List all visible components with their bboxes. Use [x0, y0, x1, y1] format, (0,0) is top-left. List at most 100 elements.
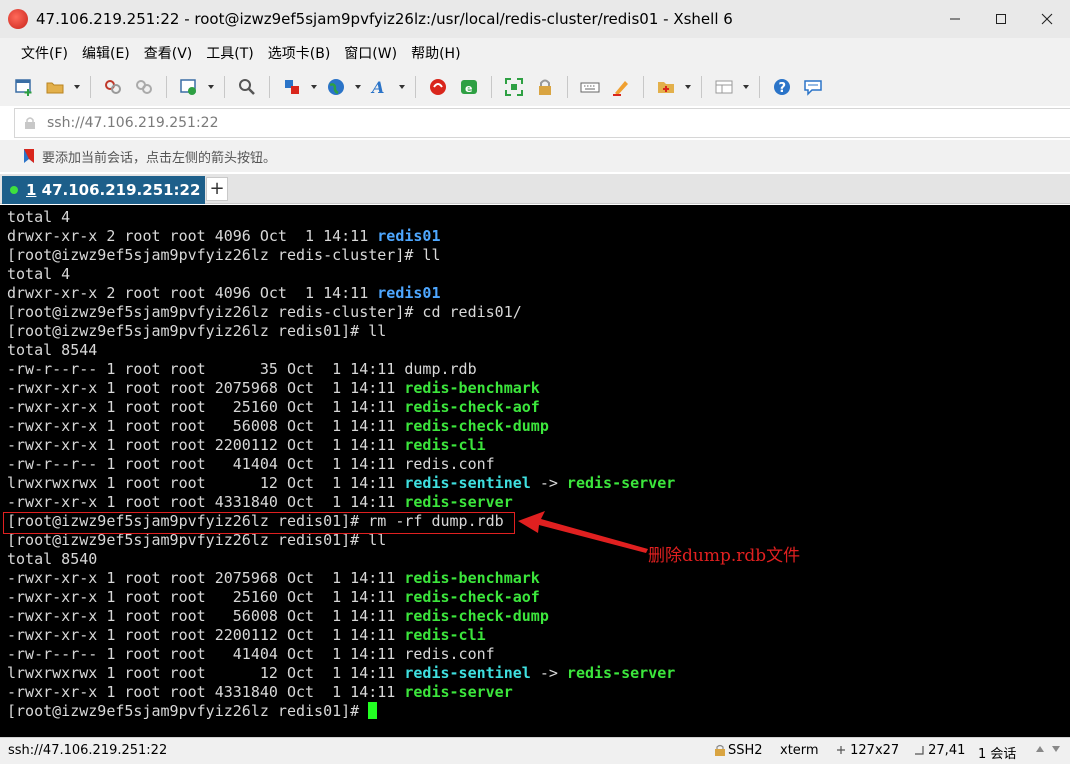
- properties-button[interactable]: [175, 73, 203, 101]
- status-bar: ssh://47.106.219.251:22 SSH2 xterm 127x2…: [0, 737, 1070, 764]
- annotation-text: 删除dump.rdb文件: [648, 546, 801, 566]
- lock-button[interactable]: [531, 73, 559, 101]
- size-text: 127x27: [850, 743, 900, 758]
- window-controls: [932, 0, 1070, 38]
- menu-help[interactable]: 帮助(H): [404, 43, 467, 63]
- properties-icon: [180, 79, 196, 95]
- minimize-button[interactable]: [932, 0, 978, 38]
- menu-tools[interactable]: 工具(T): [199, 43, 260, 63]
- toolbar-separator: [491, 76, 492, 98]
- svg-text:?: ?: [779, 81, 787, 96]
- xshell-green-icon: e: [461, 80, 477, 95]
- status-protocol: SSH2: [715, 743, 763, 758]
- menu-tabs[interactable]: 选项卡(B): [261, 43, 338, 63]
- font-icon: A: [370, 78, 384, 97]
- close-button[interactable]: [1024, 0, 1070, 38]
- status-scroll-arrows[interactable]: [1034, 743, 1064, 759]
- toolbar-separator: [166, 76, 167, 98]
- chat-icon: [804, 80, 822, 96]
- disconnect-button[interactable]: [130, 73, 158, 101]
- maximize-icon: [996, 14, 1006, 24]
- globe-button[interactable]: [322, 73, 350, 101]
- compose-button[interactable]: [652, 73, 680, 101]
- size-icon: [836, 744, 846, 759]
- properties-dropdown[interactable]: [206, 73, 216, 101]
- xshell-green-button[interactable]: e: [455, 73, 483, 101]
- keyboard-icon: [580, 82, 600, 93]
- xshell-app-icon[interactable]: [8, 9, 28, 29]
- toolbar-separator: [224, 76, 225, 98]
- tab-bar: 1 47.106.219.251:22 +: [0, 174, 1070, 204]
- open-dropdown[interactable]: [72, 73, 82, 101]
- compose-icon: [658, 82, 674, 93]
- fullscreen-icon: [505, 78, 523, 96]
- new-session-button[interactable]: [10, 73, 38, 101]
- font-dropdown[interactable]: [397, 73, 407, 101]
- menu-edit[interactable]: 编辑(E): [75, 43, 137, 63]
- status-position: 27,41: [914, 743, 965, 759]
- tab-session-1[interactable]: 1 47.106.219.251:22: [2, 176, 205, 204]
- transfer-icon: [285, 80, 299, 94]
- status-address: ssh://47.106.219.251:22: [8, 743, 168, 758]
- toolbar-separator: [90, 76, 91, 98]
- status-size: 127x27: [836, 743, 899, 759]
- menu-view[interactable]: 查看(V): [137, 43, 200, 63]
- compose-dropdown[interactable]: [683, 73, 693, 101]
- status-terminal-type: xterm: [780, 743, 819, 758]
- terminal[interactable]: total 4 drwxr-xr-x 2 root root 4096 Oct 1…: [0, 205, 1070, 737]
- session-hint-bar: 要添加当前会话，点击左侧的箭头按钮。: [0, 140, 1070, 172]
- layout-button[interactable]: [710, 73, 738, 101]
- menu-bar: 文件(F) 编辑(E) 查看(V) 工具(T) 选项卡(B) 窗口(W) 帮助(…: [0, 38, 1070, 68]
- transfer-dropdown[interactable]: [309, 73, 319, 101]
- fullscreen-button[interactable]: [500, 73, 528, 101]
- keyboard-button[interactable]: [576, 73, 604, 101]
- status-lock-icon: [715, 744, 725, 756]
- toolbar-separator: [269, 76, 270, 98]
- svg-text:e: e: [465, 82, 472, 95]
- tab-title: 47.106.219.251:22: [36, 181, 201, 199]
- toolbar-separator: [643, 76, 644, 98]
- toolbar-separator: [415, 76, 416, 98]
- transfer-button[interactable]: [278, 73, 306, 101]
- address-bar[interactable]: ssh://47.106.219.251:22: [14, 108, 1070, 138]
- highlight-icon: [613, 81, 628, 96]
- window-title: 47.106.219.251:22 - root@izwz9ef5sjam9pv…: [36, 10, 733, 28]
- disconnect-icon: [136, 80, 152, 94]
- menu-file[interactable]: 文件(F): [14, 43, 75, 63]
- xftp-button[interactable]: [424, 73, 452, 101]
- find-button[interactable]: [233, 73, 261, 101]
- annotation-arrow: [518, 511, 648, 553]
- tab-number: 1: [26, 181, 37, 199]
- toolbar-separator: [759, 76, 760, 98]
- hint-text: 要添加当前会话，点击左侧的箭头按钮。: [42, 150, 277, 166]
- find-icon: [239, 79, 255, 95]
- scroll-arrows-icon: [1036, 746, 1060, 752]
- svg-text:A: A: [370, 78, 384, 97]
- address-lock-icon: [21, 114, 39, 132]
- terminal-scrollbar[interactable]: [1066, 205, 1070, 737]
- font-button[interactable]: A: [366, 73, 394, 101]
- globe-dropdown[interactable]: [353, 73, 363, 101]
- chat-button[interactable]: [799, 73, 827, 101]
- layout-dropdown[interactable]: [741, 73, 751, 101]
- new-session-icon: [15, 79, 32, 96]
- title-bar: 47.106.219.251:22 - root@izwz9ef5sjam9pv…: [0, 0, 1070, 38]
- toolbar-separator: [701, 76, 702, 98]
- address-input[interactable]: ssh://47.106.219.251:22: [47, 115, 218, 131]
- open-button[interactable]: [41, 73, 69, 101]
- status-sessions: 1 会话: [978, 747, 1017, 762]
- protocol-text: SSH2: [728, 743, 763, 758]
- reconnect-button[interactable]: [99, 73, 127, 101]
- xftp-icon: [430, 79, 446, 95]
- globe-icon: [328, 79, 344, 95]
- maximize-button[interactable]: [978, 0, 1024, 38]
- close-icon: [1041, 13, 1053, 25]
- reconnect-icon: [105, 80, 121, 94]
- add-tab-button[interactable]: +: [206, 177, 228, 201]
- connected-status-icon: [10, 186, 18, 194]
- highlight-button[interactable]: [607, 73, 635, 101]
- help-button[interactable]: ?: [768, 73, 796, 101]
- lock-icon: [539, 79, 551, 95]
- menu-window[interactable]: 窗口(W): [337, 43, 404, 63]
- bookmark-arrow-icon[interactable]: [22, 148, 36, 164]
